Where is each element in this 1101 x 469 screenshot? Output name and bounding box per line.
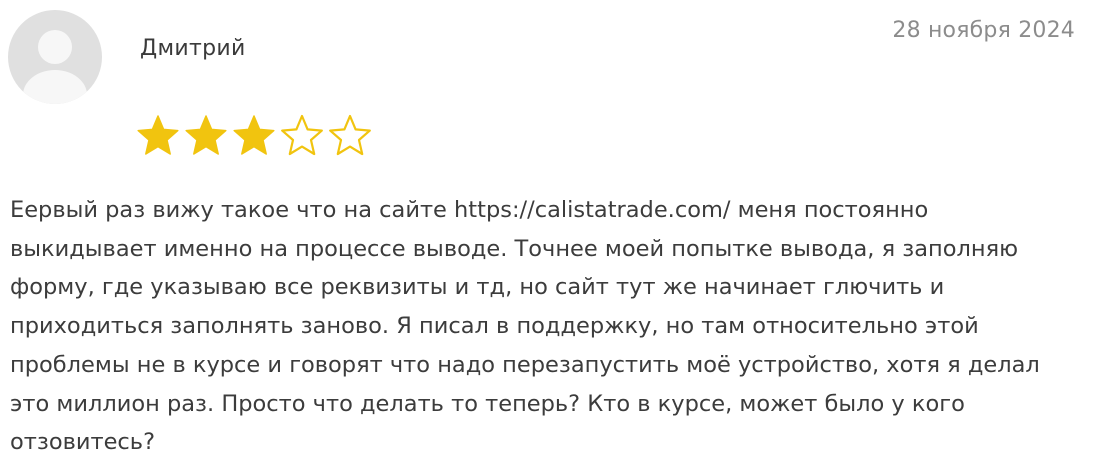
avatar-body-shape — [23, 70, 87, 104]
avatar-head-shape — [38, 30, 72, 64]
star-filled-icon — [185, 115, 227, 155]
star-empty-icon — [281, 114, 323, 156]
review-date: 28 ноября 2024 — [892, 18, 1075, 43]
user-avatar-placeholder-icon — [8, 10, 102, 104]
star-filled-icon — [233, 115, 275, 155]
review-card: Дмитрий 28 ноября 2024 Еервый раз вижу т… — [0, 0, 1101, 469]
star-filled-icon — [137, 115, 179, 155]
review-text: Еервый раз вижу такое что на сайте https… — [10, 197, 1040, 456]
star-rating — [136, 114, 372, 156]
star-empty-icon — [329, 114, 371, 156]
review-author-name: Дмитрий — [140, 36, 246, 61]
